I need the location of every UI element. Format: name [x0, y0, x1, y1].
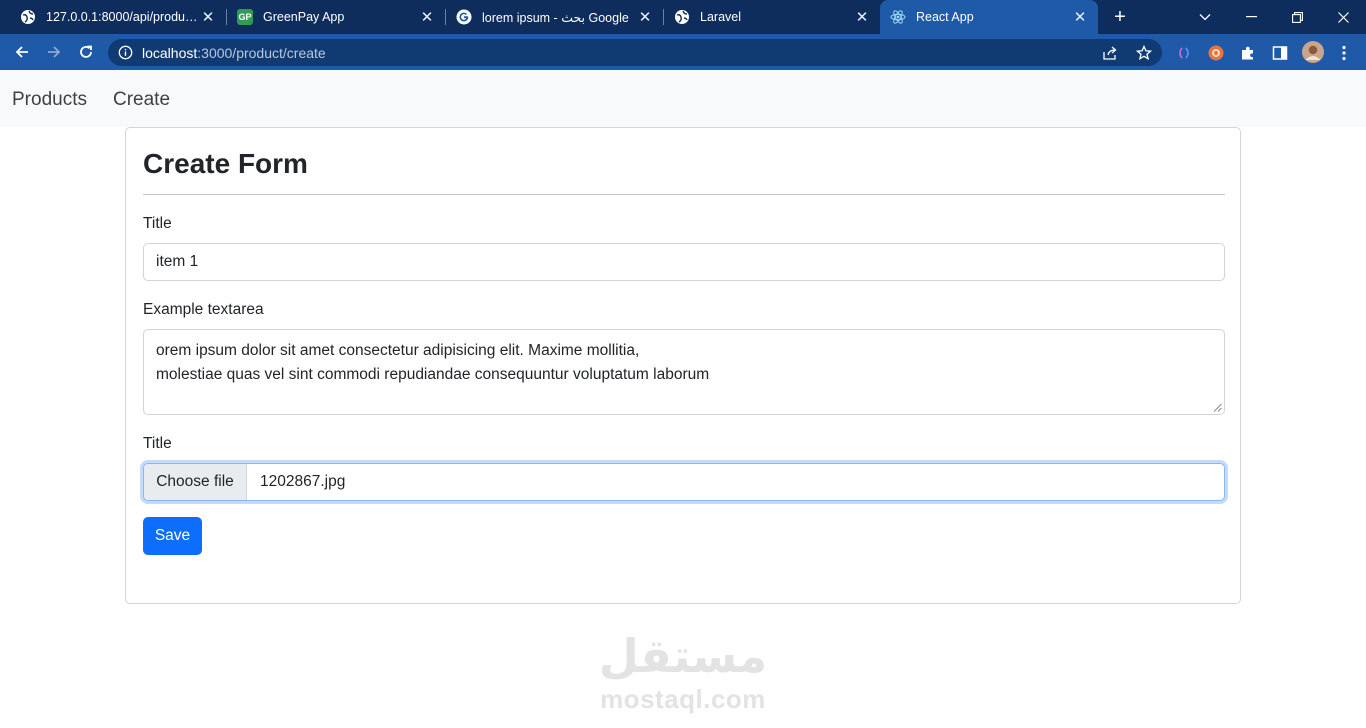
file-name: 1202867.jpg [260, 473, 346, 490]
react-icon [890, 9, 906, 25]
bookmark-star-icon[interactable] [1135, 44, 1153, 62]
tab-search-button[interactable] [1182, 0, 1228, 34]
browser-tab-react-app[interactable]: React App ✕ [880, 0, 1098, 34]
browser-tab-laravel[interactable]: Laravel ✕ [664, 0, 880, 34]
arrow-right-icon [48, 46, 61, 58]
close-tab-icon[interactable]: ✕ [419, 9, 435, 26]
close-window-button[interactable] [1320, 0, 1366, 34]
browser-tab-google-search[interactable]: lorem ipsum - بحث Google ✕ [446, 0, 663, 34]
textarea-line: molestiae quas vel sint commodi repudian… [156, 366, 710, 383]
form-heading: Create Form [143, 148, 308, 179]
divider [143, 194, 1225, 195]
file-label: Title [143, 435, 172, 452]
close-tab-icon[interactable]: ✕ [200, 9, 216, 26]
extension-icon[interactable] [1206, 43, 1226, 63]
arrow-left-icon [15, 46, 28, 58]
reload-button[interactable] [72, 38, 100, 66]
url-text: localhost:3000/product/create [142, 45, 326, 61]
description-textarea[interactable]: orem ipsum dolor sit amet consectetur ad… [143, 329, 1225, 415]
share-icon[interactable] [1101, 44, 1119, 62]
extension-icon[interactable] [1174, 43, 1194, 63]
reload-icon [80, 45, 92, 58]
textarea-label: Example textarea [143, 301, 264, 318]
nav-link-create[interactable]: Create [113, 89, 170, 111]
browser-toolbar: localhost:3000/product/create [0, 34, 1366, 70]
greenpay-favicon: GP [237, 9, 253, 25]
tab-title: Laravel [700, 10, 741, 24]
url-path: :3000/product/create [197, 45, 326, 61]
new-tab-button[interactable]: + [1108, 5, 1132, 29]
watermark-text: mostaql.com [600, 684, 766, 714]
info-icon[interactable] [118, 45, 133, 60]
browser-tab-api-products[interactable]: 127.0.0.1:8000/api/products ✕ [0, 0, 226, 34]
tab-title: GreenPay App [263, 10, 345, 24]
close-tab-icon[interactable]: ✕ [854, 9, 870, 26]
more-menu-icon[interactable] [1334, 43, 1354, 63]
save-button[interactable]: Save [143, 517, 202, 555]
watermark-logo: مستقل [598, 629, 768, 683]
chevron-down-icon [1199, 14, 1211, 21]
google-icon [456, 9, 472, 25]
create-form-card: Create Form Title item 1 Example textare… [125, 127, 1241, 604]
url-host: localhost [142, 45, 198, 61]
browser-tab-greenpay[interactable]: GP GreenPay App ✕ [227, 0, 445, 34]
side-panel-icon[interactable] [1270, 43, 1290, 63]
app-navbar: Products Create [0, 70, 1366, 127]
extensions-puzzle-icon[interactable] [1238, 43, 1258, 63]
minimize-button[interactable] [1228, 0, 1274, 34]
restore-icon [1291, 11, 1303, 23]
choose-file-button[interactable]: Choose file [144, 464, 247, 500]
back-button[interactable] [8, 38, 36, 66]
globe-icon [674, 9, 690, 25]
address-bar[interactable]: localhost:3000/product/create [108, 39, 1162, 66]
resize-handle-icon[interactable] [1213, 403, 1222, 412]
title-input[interactable]: item 1 [143, 243, 1225, 281]
minimize-icon [1245, 16, 1257, 18]
title-input-value: item 1 [156, 253, 199, 270]
tab-title: React App [916, 10, 974, 24]
browser-tab-strip: 127.0.0.1:8000/api/products ✕ GP GreenPa… [0, 0, 1366, 34]
file-input[interactable]: Choose file 1202867.jpg [143, 463, 1225, 501]
tab-title: 127.0.0.1:8000/api/products [46, 10, 200, 24]
tab-title: lorem ipsum - بحث Google [482, 10, 629, 25]
forward-button[interactable] [40, 38, 68, 66]
textarea-line: orem ipsum dolor sit amet consectetur ad… [156, 342, 640, 359]
globe-icon [20, 9, 36, 25]
title-label: Title [143, 215, 172, 232]
nav-link-products[interactable]: Products [12, 89, 87, 111]
close-tab-icon[interactable]: ✕ [637, 9, 653, 26]
avatar[interactable] [1302, 41, 1324, 63]
close-tab-icon[interactable]: ✕ [1072, 9, 1088, 26]
restore-button[interactable] [1274, 0, 1320, 34]
close-icon [1337, 11, 1349, 23]
